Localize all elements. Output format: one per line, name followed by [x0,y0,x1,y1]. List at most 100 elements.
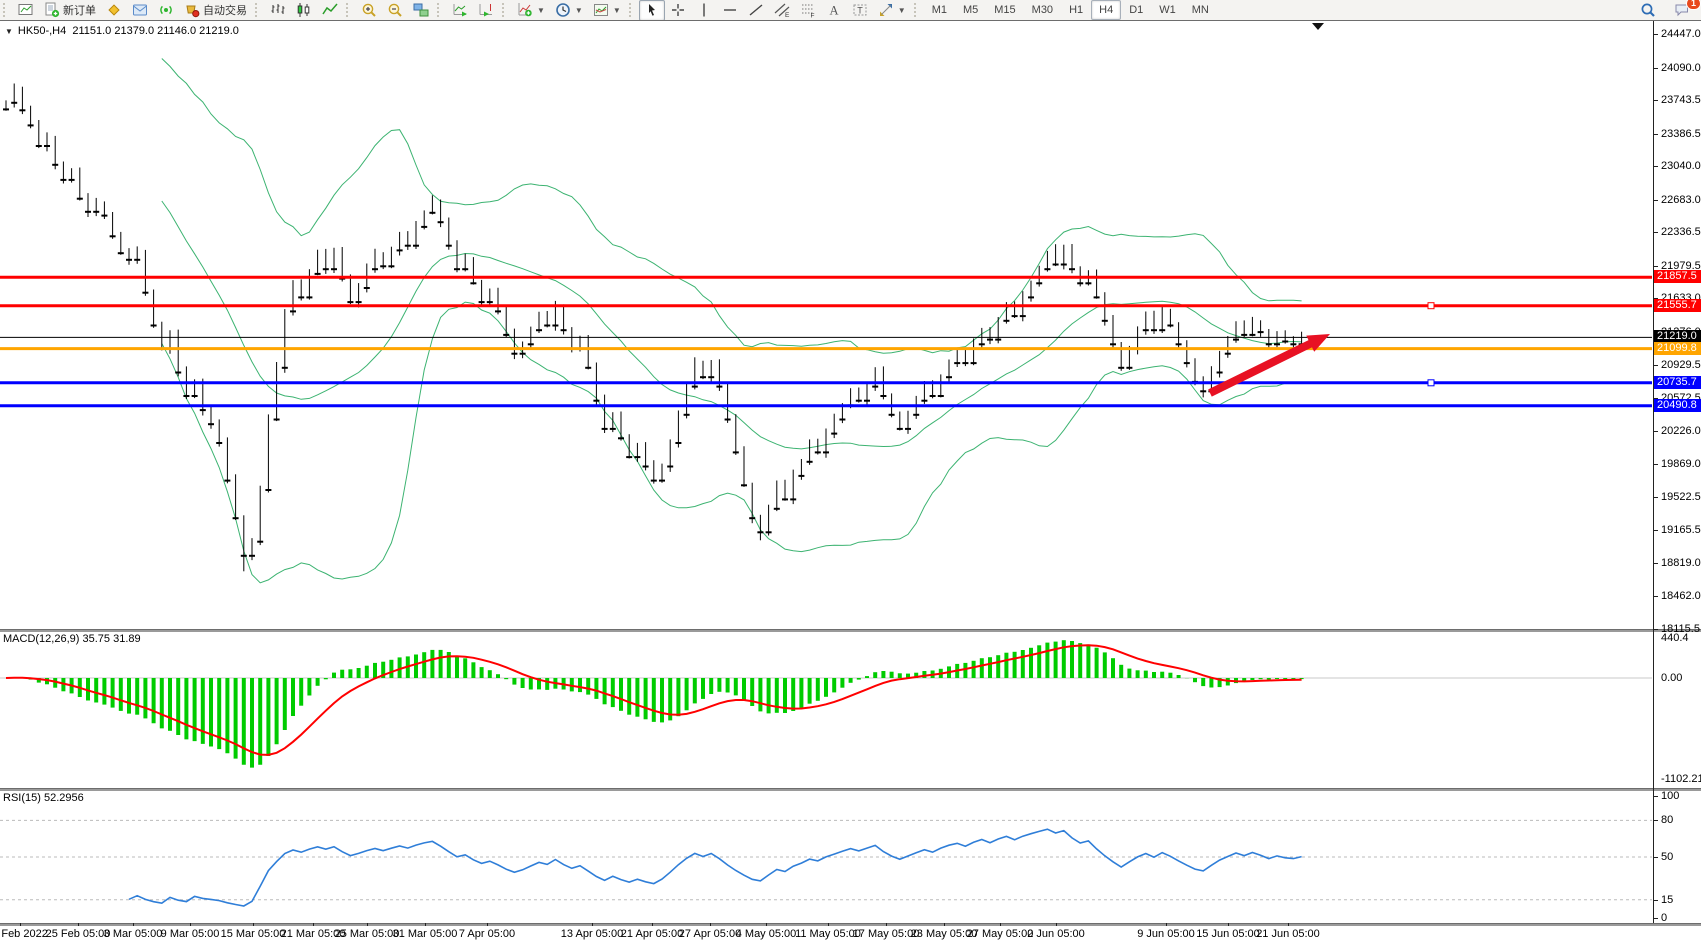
toolbar-button-templates[interactable]: ▼ [588,0,626,21]
toolbar-button-zoom-in[interactable] [356,0,382,21]
tf-h1[interactable]: H1 [1061,0,1091,20]
price-tick [1654,365,1658,366]
time-tick [1056,923,1057,926]
dropdown-arrow-icon[interactable]: ▼ [898,6,906,15]
svg-text:F: F [810,13,814,19]
zoom-in-icon [361,2,377,18]
toolbar-button-tile-windows[interactable] [408,0,434,21]
toolbar-button-periods[interactable]: ▼ [550,0,588,21]
crosshair-icon [670,2,686,18]
toolbar-button-search[interactable] [1635,0,1661,21]
toolbar-button-horizontal-line[interactable] [717,0,743,21]
time-tick [592,923,593,926]
macd-label: MACD(12,26,9) 35.75 31.89 [3,633,141,645]
tf-d1[interactable]: D1 [1121,0,1151,20]
toolbar-button-new-order[interactable]: 新订单 [39,0,101,21]
toolbar-button-chat[interactable]: 1 [1669,0,1695,21]
rsi-axis-label: 50 [1661,851,1673,863]
toolbar-button-text[interactable]: A [821,0,847,21]
toolbar-button-auto-scroll[interactable] [447,0,473,21]
toolbar-button-cursor[interactable] [639,0,665,21]
price-tick [1654,464,1658,465]
toolbar-button-arrows[interactable]: ▼ [873,0,911,21]
svg-text:A: A [829,4,838,18]
dropdown-arrow-icon[interactable]: ▼ [575,6,583,15]
price-tick-label: 23743.5 [1661,94,1701,106]
svg-text:T: T [857,6,863,16]
toolbar-button-zoom-out[interactable] [382,0,408,21]
toolbar-button-trendline[interactable] [743,0,769,21]
candlestick-chart-icon [296,2,312,18]
chart-window: ▼HK50-,H4 21151.0 21379.0 21146.0 21219.… [0,20,1701,946]
price-tick-label: 23040.0 [1661,160,1701,172]
time-tick [944,923,945,926]
tf-m15[interactable]: M15 [986,0,1023,20]
auto-trading-icon [184,2,200,18]
toolbar-button-metaeditor[interactable] [101,0,127,21]
time-tick [1288,923,1289,926]
toolbar-grip [502,3,508,17]
tf-m1[interactable]: M1 [924,0,955,20]
toolbar-button-chart-shift[interactable] [473,0,499,21]
price-tick [1654,596,1658,597]
time-axis-label: 25 Mar 05:00 [335,928,400,940]
tf-h4[interactable]: H4 [1091,0,1121,20]
time-tick [886,923,887,926]
toolbar-button-fibonacci[interactable]: F [795,0,821,21]
time-tick [425,923,426,926]
rsi-axis-label: 80 [1661,814,1673,826]
time-tick [20,923,21,926]
equidistant-channel-icon: E [774,2,790,18]
price-tick [1654,134,1658,135]
toolbar-button-crosshair[interactable] [665,0,691,21]
tf-h1-label: H1 [1069,4,1083,16]
time-tick [652,923,653,926]
price-tick-label: 24447.0 [1661,28,1701,40]
auto-trading-label: 自动交易 [203,2,247,18]
search-icon [1640,2,1656,18]
tile-windows-icon [413,2,429,18]
vertical-line-icon [696,2,712,18]
tf-mn[interactable]: MN [1184,0,1217,20]
price-tick [1654,497,1658,498]
chart-title: ▼HK50-,H4 21151.0 21379.0 21146.0 21219.… [5,25,239,37]
time-axis-label: 27 Apr 05:00 [679,928,741,940]
toolbar-button-chart-window[interactable] [13,0,39,21]
price-chart-pane[interactable] [0,21,1652,629]
price-tick-label: 19165.5 [1661,524,1701,536]
price-tick-label: 18819.0 [1661,557,1701,569]
dropdown-arrow-icon[interactable]: ▼ [537,6,545,15]
chart-title-collapse-icon[interactable]: ▼ [5,27,13,36]
toolbar-button-auto-trading[interactable]: 自动交易 [179,0,252,21]
time-axis-label: 27 May 05:00 [967,928,1034,940]
indicators-icon [517,2,533,18]
rsi-tick [1654,796,1658,797]
toolbar-button-line-chart[interactable] [317,0,343,21]
periods-icon [555,2,571,18]
toolbar-button-market-watch[interactable] [127,0,153,21]
toolbar-button-equidistant-channel[interactable]: E [769,0,795,21]
tf-h4-label: H4 [1099,4,1113,16]
price-tick [1654,266,1658,267]
toolbar-group-drawing: E F A T ▼ [639,0,911,20]
macd-indicator-pane[interactable] [0,631,1652,788]
rsi-label: RSI(15) 52.2956 [3,792,84,804]
tf-m30[interactable]: M30 [1024,0,1061,20]
tf-d1-label: D1 [1129,4,1143,16]
toolbar-button-candlestick-chart[interactable] [291,0,317,21]
price-axis-line [1653,21,1654,923]
price-line-tag: 21555.7 [1654,299,1701,312]
toolbar-button-vertical-line[interactable] [691,0,717,21]
price-tick [1654,530,1658,531]
toolbar-button-indicators[interactable]: ▼ [512,0,550,21]
time-axis[interactable]: 1 Feb 202225 Feb 05:003 Mar 05:009 Mar 0… [0,923,1701,946]
toolbar-button-text-label[interactable]: T [847,0,873,21]
dropdown-arrow-icon[interactable]: ▼ [613,6,621,15]
toolbar-button-bar-chart[interactable] [265,0,291,21]
time-tick [78,923,79,926]
rsi-indicator-pane[interactable] [0,790,1652,923]
tf-w1[interactable]: W1 [1151,0,1184,20]
toolbar-button-signals[interactable] [153,0,179,21]
tf-m5[interactable]: M5 [955,0,986,20]
chart-ohlc: 21151.0 21379.0 21146.0 21219.0 [72,25,239,37]
